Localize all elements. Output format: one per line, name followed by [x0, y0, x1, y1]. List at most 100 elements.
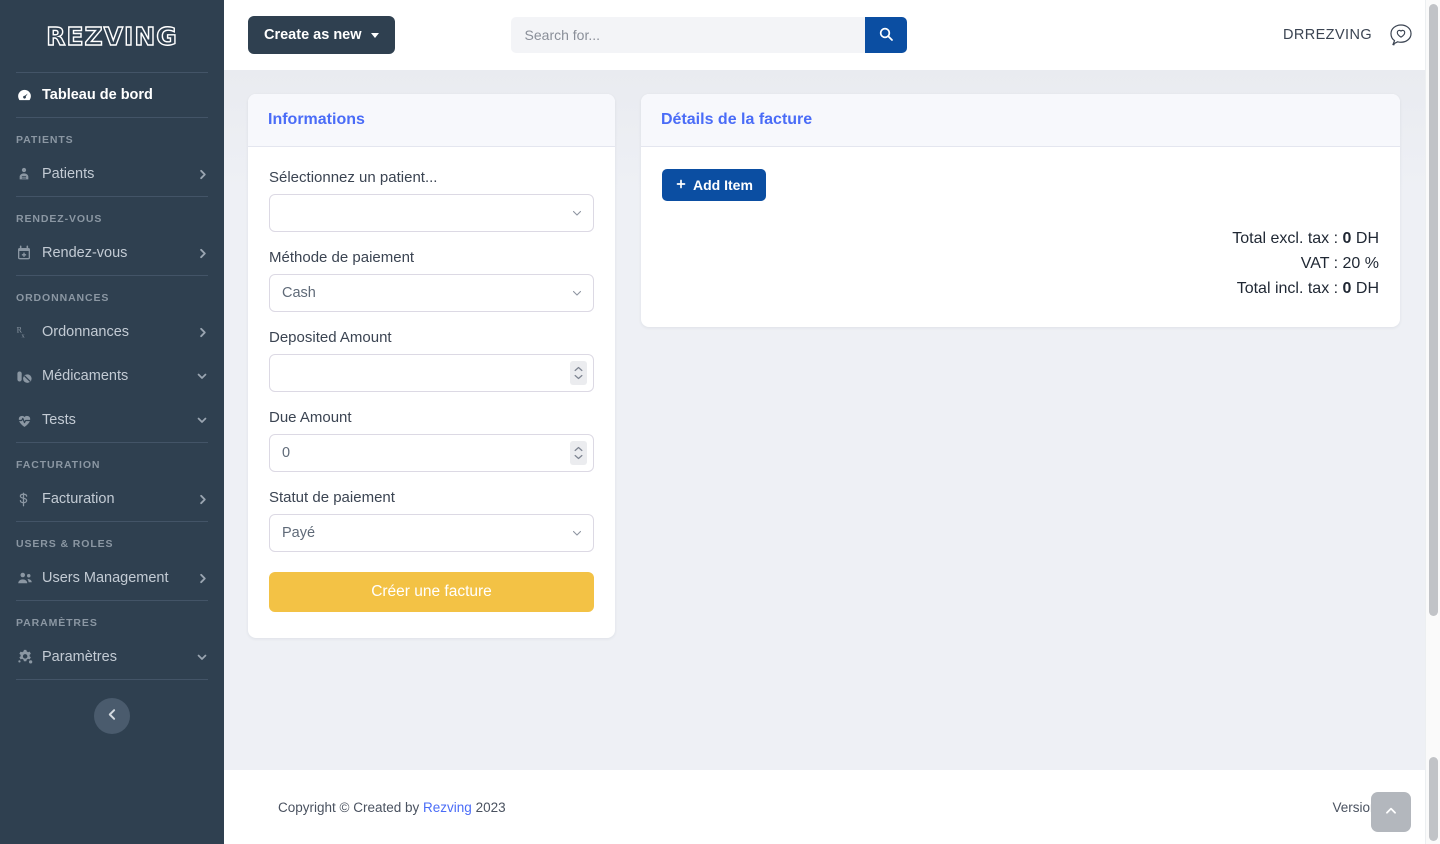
sidebar-item-label: Rendez-vous	[42, 245, 128, 261]
sidebar-collapse-button[interactable]	[94, 698, 130, 734]
vat-value: 20	[1342, 254, 1361, 272]
sidebar-item-medicaments[interactable]: Médicaments	[0, 354, 224, 398]
field-payment-status: Statut de paiement Payé	[269, 489, 594, 552]
heart-pulse-icon	[16, 412, 42, 429]
caret-down-icon	[370, 32, 379, 38]
page-scrollbar-thumb[interactable]	[1429, 4, 1438, 616]
main-area: Create as new DRREZVING	[224, 0, 1440, 844]
field-patient: Sélectionnez un patient...	[269, 169, 594, 232]
sidebar-item-patients[interactable]: Patients	[0, 152, 224, 196]
add-item-label: Add Item	[693, 177, 753, 193]
prescription-rx-icon: Rx	[16, 324, 42, 340]
due-amount-label: Due Amount	[269, 409, 352, 426]
vat-row: VAT : 20 %	[662, 252, 1379, 277]
brand-logo[interactable]: REZVING	[0, 0, 224, 72]
sidebar-item-ordonnances[interactable]: Rx Ordonnances	[0, 310, 224, 354]
sidebar-item-tests[interactable]: Tests	[0, 398, 224, 442]
search-input[interactable]	[510, 17, 865, 53]
patient-user-icon	[16, 166, 42, 182]
invoice-details-card-body: Add Item Total excl. tax : 0 DH VAT : 20…	[641, 147, 1400, 327]
field-due-amount: Due Amount	[269, 409, 594, 472]
page-footer: Copyright © Created by Rezving 2023 Vers…	[224, 770, 1440, 844]
invoice-details-card-header: Détails de la facture	[641, 94, 1400, 147]
chevron-right-icon	[197, 494, 208, 505]
invoice-totals: Total excl. tax : 0 DH VAT : 20 % Total …	[662, 227, 1379, 301]
patient-select[interactable]	[269, 194, 594, 232]
due-amount-stepper[interactable]	[570, 441, 587, 465]
deposited-amount-label: Deposited Amount	[269, 329, 392, 346]
create-invoice-button[interactable]: Créer une facture	[269, 572, 594, 612]
svg-text:x: x	[21, 332, 25, 339]
deposited-amount-stepper[interactable]	[570, 361, 587, 385]
informations-card: Informations Sélectionnez un patient...	[248, 94, 615, 638]
chevron-down-icon	[196, 370, 208, 382]
sidebar-item-parametres[interactable]: Paramètres	[0, 635, 224, 679]
invoice-details-card-title: Détails de la facture	[661, 111, 813, 128]
gears-icon	[16, 648, 42, 666]
sidebar-section-patients: PATIENTS	[16, 134, 74, 146]
rezving-link[interactable]: Rezving	[423, 800, 472, 815]
chevron-down-icon	[196, 651, 208, 663]
sidebar-item-label: Facturation	[42, 491, 115, 507]
copyright-text: Copyright © Created by Rezving 2023	[278, 800, 506, 815]
deposited-amount-input[interactable]	[269, 354, 594, 392]
create-as-new-label: Create as new	[264, 27, 362, 43]
informations-card-body: Sélectionnez un patient... Méthode de pa…	[248, 147, 615, 638]
payment-status-select[interactable]: Payé	[269, 514, 594, 552]
search-bar	[510, 17, 907, 53]
dashboard-gauge-icon	[16, 87, 42, 104]
sidebar-item-dashboard[interactable]: Tableau de bord	[0, 73, 224, 117]
page-scrollbar-thumb-secondary[interactable]	[1429, 757, 1438, 841]
current-user-name: DRREZVING	[1283, 27, 1372, 43]
sidebar-item-label: Tests	[42, 412, 76, 428]
deposited-amount-wrap	[269, 354, 594, 392]
vat-label: VAT :	[1300, 254, 1339, 272]
total-excl-tax-unit: DH	[1355, 230, 1379, 247]
pills-icon	[16, 368, 42, 385]
payment-method-select[interactable]: Cash	[269, 274, 594, 312]
add-item-button[interactable]: Add Item	[662, 169, 766, 201]
sidebar-item-label: Médicaments	[42, 368, 129, 384]
due-amount-input[interactable]	[269, 434, 594, 472]
patient-select-wrap	[269, 194, 594, 232]
dollar-sign-icon	[16, 492, 42, 507]
chevron-up-icon	[1384, 804, 1398, 821]
heart-chat-avatar-icon[interactable]	[1386, 20, 1416, 50]
chevron-right-icon	[197, 573, 208, 584]
chevron-down-icon	[196, 414, 208, 426]
copyright-year: 2023	[475, 799, 506, 815]
sidebar-section-users-roles: USERS & ROLES	[16, 538, 114, 550]
sidebar-section-facturation: FACTURATION	[16, 459, 101, 471]
search-submit-button[interactable]	[864, 17, 907, 53]
payment-method-select-wrap: Cash	[269, 274, 594, 312]
app-root: REZVING Tableau de bord PATIENTS Patient…	[0, 0, 1440, 844]
sidebar-section-rendez-vous: RENDEZ-VOUS	[16, 213, 103, 225]
sidebar-item-label: Tableau de bord	[42, 87, 153, 103]
informations-card-title: Informations	[268, 111, 365, 128]
chevron-right-icon	[197, 169, 208, 180]
total-incl-tax-row: Total incl. tax : 0 DH	[662, 277, 1379, 302]
invoice-details-card: Détails de la facture Add Item Total exc…	[641, 94, 1400, 328]
total-incl-tax-label: Total incl. tax :	[1236, 279, 1339, 297]
patient-label: Sélectionnez un patient...	[269, 169, 438, 186]
sidebar-item-label: Paramètres	[42, 649, 117, 665]
calendar-plus-icon	[16, 245, 42, 261]
create-as-new-button[interactable]: Create as new	[248, 16, 395, 54]
total-incl-tax-unit: DH	[1355, 279, 1379, 297]
sidebar-item-facturation[interactable]: Facturation	[0, 477, 224, 521]
payment-status-select-wrap: Payé	[269, 514, 594, 552]
sidebar-item-users-management[interactable]: Users Management	[0, 556, 224, 600]
search-icon	[878, 26, 894, 45]
page-scrollbar[interactable]	[1425, 0, 1440, 844]
sidebar: REZVING Tableau de bord PATIENTS Patient…	[0, 0, 224, 844]
chevron-right-icon	[197, 248, 208, 259]
sidebar-item-label: Patients	[42, 166, 95, 182]
field-deposited-amount: Deposited Amount	[269, 329, 594, 392]
due-amount-wrap	[269, 434, 594, 472]
sidebar-item-rendez-vous[interactable]: Rendez-vous	[0, 231, 224, 275]
total-excl-tax-value: 0	[1342, 230, 1352, 247]
brand-logo-text: REZVING	[46, 21, 178, 51]
sidebar-section-ordonnances: ORDONNANCES	[16, 292, 110, 304]
sidebar-section-parametres: PARAMÈTRES	[16, 617, 98, 629]
scroll-to-top-button[interactable]	[1371, 792, 1411, 832]
